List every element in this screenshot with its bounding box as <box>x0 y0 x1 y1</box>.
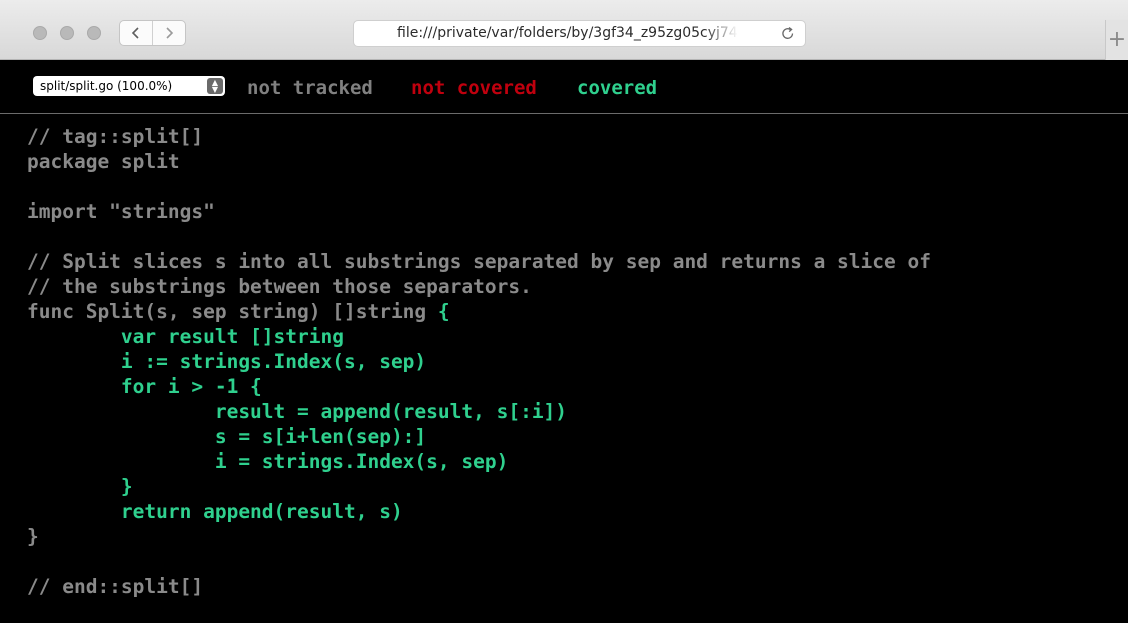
code-line: var result []string <box>27 324 1128 349</box>
code-line: } <box>27 474 1128 499</box>
code-segment-covered: return append(result, s) <box>27 500 403 523</box>
browser-toolbar: file:///private/var/folders/by/3gf34_z95… <box>0 0 1128 60</box>
code-line: i = strings.Index(s, sep) <box>27 449 1128 474</box>
code-line: for i > -1 { <box>27 374 1128 399</box>
code-line: func Split(s, sep string) []string { <box>27 299 1128 324</box>
file-select[interactable]: split/split.go (100.0%) ▲ ▼ <box>33 76 225 96</box>
legend-not-covered: not covered <box>411 77 537 99</box>
code-segment-covered: s = s[i+len(sep):] <box>27 425 427 448</box>
code-line: result = append(result, s[:i]) <box>27 399 1128 424</box>
close-window-button[interactable] <box>33 26 47 40</box>
source-code: // tag::split[] package splitimport "stri… <box>0 114 1128 599</box>
legend-not-tracked: not tracked <box>247 77 373 99</box>
select-arrows-icon: ▲ ▼ <box>207 78 223 94</box>
plus-icon: + <box>1107 27 1127 52</box>
code-segment-not-tracked: // tag::split[] <box>27 125 204 148</box>
code-segment-not-tracked: import "strings" <box>27 200 215 223</box>
url-text: file:///private/var/folders/by/3gf34_z95… <box>397 25 738 41</box>
code-segment-covered: { <box>437 300 450 323</box>
navigation-buttons <box>119 20 186 46</box>
code-segment-not-tracked: // Split slices s into all substrings se… <box>27 250 931 273</box>
coverage-topbar: split/split.go (100.0%) ▲ ▼ not tracked n… <box>0 60 1128 114</box>
code-segment-covered: i := strings.Index(s, sep) <box>27 350 427 373</box>
code-segment-covered: var result []string <box>27 325 344 348</box>
code-segment-not-tracked: package split <box>27 150 180 173</box>
reload-icon <box>782 26 794 39</box>
minimize-window-button[interactable] <box>60 26 74 40</box>
code-segment-covered: } <box>27 475 133 498</box>
code-line: s = s[i+len(sep):] <box>27 424 1128 449</box>
code-segment-not-tracked: } <box>27 525 39 548</box>
code-line: // the substrings between those separato… <box>27 274 1128 299</box>
new-tab-button[interactable]: + <box>1105 20 1128 60</box>
back-button[interactable] <box>120 21 152 45</box>
code-line: i := strings.Index(s, sep) <box>27 349 1128 374</box>
address-bar[interactable]: file:///private/var/folders/by/3gf34_z95… <box>353 20 806 47</box>
code-line: // tag::split[] <box>27 124 1128 149</box>
zoom-window-button[interactable] <box>87 26 101 40</box>
code-segment-covered: for i > -1 { <box>27 375 262 398</box>
code-line: // end::split[] <box>27 574 1128 599</box>
code-line: // Split slices s into all substrings se… <box>27 249 1128 274</box>
code-line: package split <box>27 149 1128 174</box>
code-line: } <box>27 524 1128 549</box>
code-line: import "strings" <box>27 199 1128 224</box>
chevron-right-icon <box>166 27 174 39</box>
reload-button[interactable] <box>781 21 795 46</box>
code-segment-not-tracked: func Split(s, sep string) []string <box>27 300 438 323</box>
code-segment-covered: i = strings.Index(s, sep) <box>27 450 509 473</box>
code-segment-not-tracked: // the substrings between those separato… <box>27 275 532 298</box>
code-line: return append(result, s) <box>27 499 1128 524</box>
code-segment-covered: result = append(result, s[:i]) <box>27 400 568 423</box>
legend-covered: covered <box>577 77 658 99</box>
code-segment-not-tracked: // end::split[] <box>27 575 204 598</box>
file-select-value: split/split.go (100.0%) <box>40 79 173 93</box>
chevron-left-icon <box>131 27 139 39</box>
forward-button[interactable] <box>152 21 185 45</box>
